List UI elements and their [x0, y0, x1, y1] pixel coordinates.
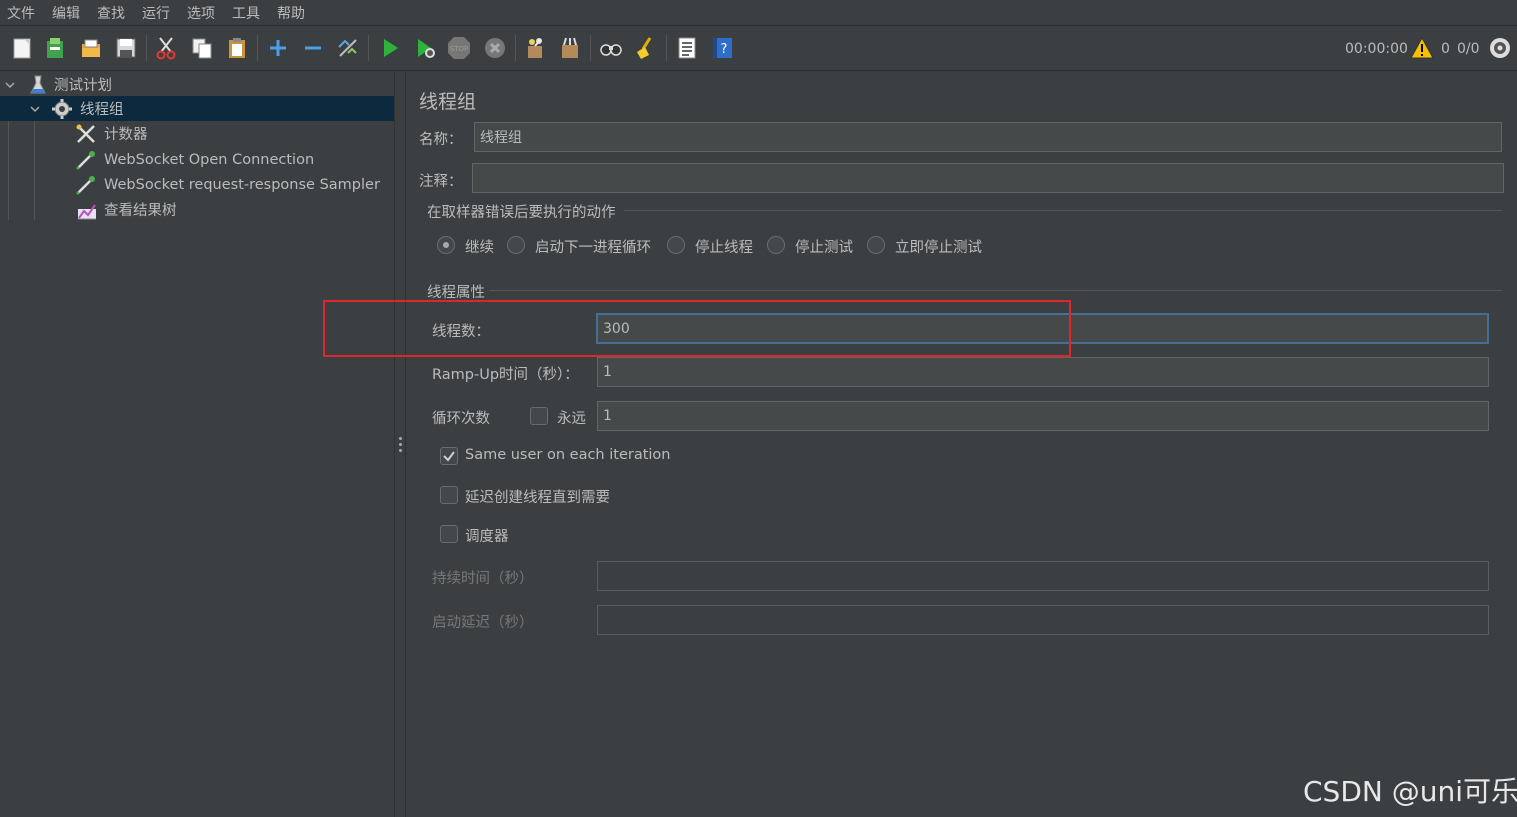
scheduler-label: 调度器 — [465, 529, 509, 545]
svg-text:?: ? — [721, 42, 728, 57]
tree-node-test-plan[interactable]: 测试计划 — [0, 72, 394, 97]
startup-delay-field[interactable] — [597, 605, 1489, 635]
loop-count-field[interactable]: 1 — [597, 401, 1489, 431]
comment-field[interactable] — [472, 163, 1504, 193]
panel-title: 线程组 — [419, 91, 477, 113]
expand-icon[interactable] — [264, 34, 292, 62]
comment-label: 注释： — [419, 174, 463, 190]
thread-group-gear-icon — [52, 99, 72, 119]
same-user-label: Same user on each iteration — [465, 447, 671, 463]
forever-label: 永远 — [557, 411, 586, 427]
svg-text:STOP: STOP — [450, 45, 468, 53]
test-plan-icon — [30, 75, 46, 94]
chevron-down-icon[interactable] — [29, 103, 41, 115]
radio-stop-thread[interactable] — [667, 236, 685, 254]
tree-node-ws-open[interactable]: WebSocket Open Connection — [0, 147, 394, 172]
test-tree: 测试计划 线程组 计数器 WebSocket Open Connection W… — [0, 72, 394, 817]
radio-start-next-loop[interactable] — [507, 236, 525, 254]
error-action-section-title: 在取样器错误后要执行的动作 — [427, 205, 616, 221]
chevron-down-icon[interactable] — [4, 79, 16, 91]
menu-bar: 文件 编辑 查找 运行 选项 工具 帮助 — [0, 0, 1517, 26]
elapsed-time: 00:00:00 — [1345, 41, 1408, 57]
threads-field[interactable]: 300 — [596, 313, 1489, 344]
tree-node-results-tree[interactable]: 查看结果树 — [0, 197, 394, 222]
copy-icon[interactable] — [188, 34, 216, 62]
radio-start-next-loop-label: 启动下一进程循环 — [535, 240, 651, 256]
loop-label: 循环次数 — [432, 411, 490, 427]
radio-continue-label: 继续 — [465, 240, 494, 256]
shutdown-icon[interactable] — [481, 34, 509, 62]
open-icon[interactable] — [77, 34, 105, 62]
templates-icon[interactable] — [41, 34, 69, 62]
threads-label: 线程数： — [432, 324, 490, 340]
rampup-label: Ramp-Up时间（秒）： — [432, 367, 579, 383]
menu-run[interactable]: 运行 — [135, 3, 180, 23]
radio-stop-test-label: 停止测试 — [795, 240, 853, 256]
checkmark-icon — [443, 451, 455, 462]
startup-delay-label: 启动延迟（秒） — [432, 615, 534, 631]
collapse-icon[interactable] — [299, 34, 327, 62]
menu-tools[interactable]: 工具 — [225, 3, 270, 23]
radio-stop-test-now[interactable] — [867, 236, 885, 254]
menu-file[interactable]: 文件 — [0, 3, 45, 23]
name-label: 名称： — [419, 132, 463, 148]
pane-splitter[interactable] — [394, 72, 406, 817]
same-user-checkbox[interactable] — [440, 447, 458, 465]
menu-search[interactable]: 查找 — [90, 3, 135, 23]
listener-chart-icon — [78, 204, 96, 220]
clear-all-icon[interactable] — [556, 34, 584, 62]
sampler-pipette-icon — [76, 176, 95, 195]
delay-thread-creation-label: 延迟创建线程直到需要 — [465, 490, 610, 506]
thread-props-section-title: 线程属性 — [427, 285, 485, 301]
start-icon[interactable] — [376, 34, 404, 62]
watermark: CSDN @uni可乐 — [1303, 775, 1517, 808]
menu-options[interactable]: 选项 — [180, 3, 225, 23]
radio-stop-thread-label: 停止线程 — [695, 240, 753, 256]
function-helper-icon[interactable] — [673, 34, 701, 62]
reset-search-icon[interactable] — [632, 34, 660, 62]
scheduler-checkbox[interactable] — [440, 525, 458, 543]
help-icon[interactable]: ? — [709, 34, 737, 62]
stop-icon[interactable]: STOP — [445, 34, 473, 62]
delay-thread-creation-checkbox[interactable] — [440, 486, 458, 504]
tree-node-counter[interactable]: 计数器 — [0, 121, 394, 146]
start-no-pause-icon[interactable] — [411, 34, 439, 62]
toggle-icon[interactable] — [334, 34, 362, 62]
toolbar: STOP ? 00:00:00 0 0/0 — [0, 27, 1517, 71]
search-icon[interactable] — [597, 34, 625, 62]
rampup-field[interactable]: 1 — [597, 357, 1489, 387]
paste-icon[interactable] — [223, 34, 251, 62]
thread-count: 0/0 — [1457, 41, 1480, 57]
duration-label: 持续时间（秒） — [432, 571, 534, 587]
menu-edit[interactable]: 编辑 — [45, 3, 90, 23]
warning-count: 0 — [1441, 41, 1450, 57]
warning-icon[interactable] — [1408, 34, 1436, 62]
cut-icon[interactable] — [152, 34, 180, 62]
save-icon[interactable] — [112, 34, 140, 62]
clear-icon[interactable] — [521, 34, 549, 62]
radio-stop-test-now-label: 立即停止测试 — [895, 240, 982, 256]
forever-checkbox[interactable] — [530, 407, 548, 425]
tree-node-ws-sampler[interactable]: WebSocket request-response Sampler — [0, 172, 394, 197]
new-icon[interactable] — [8, 34, 36, 62]
duration-field[interactable] — [597, 561, 1489, 591]
tree-node-thread-group[interactable]: 线程组 — [0, 96, 394, 121]
radio-stop-test[interactable] — [767, 236, 785, 254]
remote-status-icon — [1486, 34, 1514, 62]
name-field[interactable]: 线程组 — [474, 122, 1502, 152]
counter-tools-icon — [76, 124, 95, 143]
radio-continue[interactable] — [437, 236, 455, 254]
sampler-pipette-icon — [76, 151, 95, 170]
menu-help[interactable]: 帮助 — [270, 3, 315, 23]
